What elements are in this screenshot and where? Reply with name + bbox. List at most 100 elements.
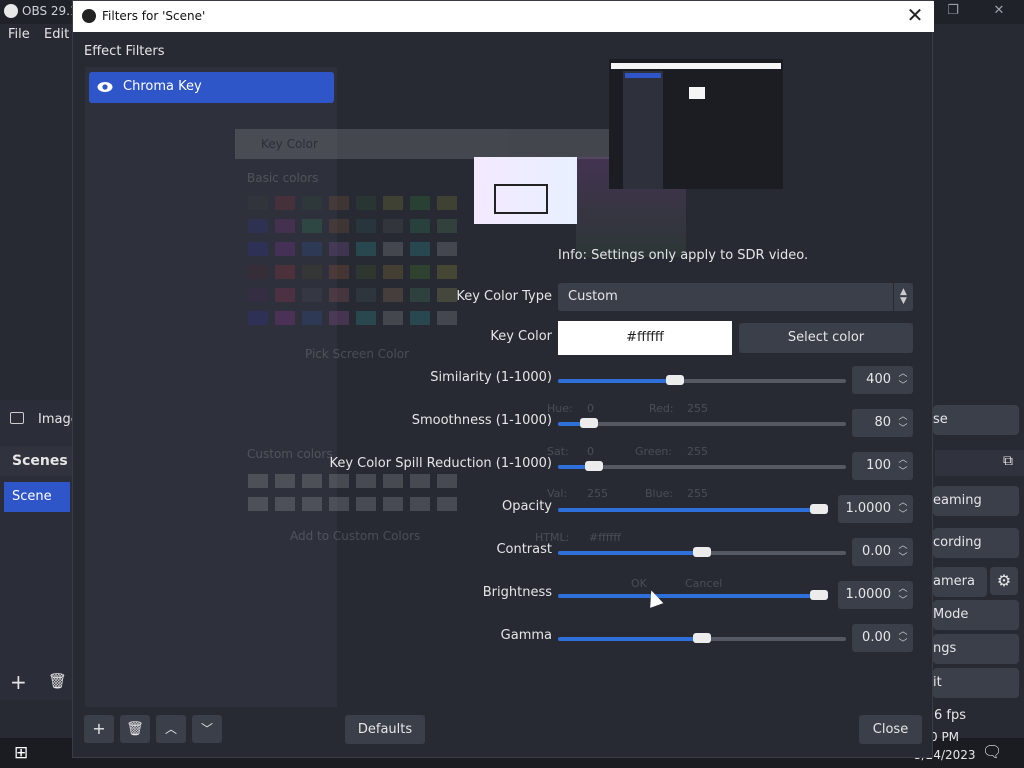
chevron-updown-icon: ▲ ▼ — [893, 283, 913, 311]
obs-logo-icon — [82, 9, 96, 23]
delete-scene-icon[interactable]: 🗑 — [48, 672, 67, 690]
ghost-swatch — [248, 219, 268, 233]
ghost-swatch — [383, 288, 403, 302]
spin-arrows-icon[interactable]: ︿ ﹀ — [895, 366, 911, 394]
studio-mode-button[interactable]: Mode — [933, 600, 1019, 630]
ghost-swatch — [356, 242, 376, 256]
slider-value: 0.00 — [862, 630, 891, 645]
ghost-basic-colors: Basic colors — [247, 171, 319, 185]
image-source-icon — [10, 412, 24, 424]
ghost-swatch — [437, 219, 457, 233]
slider-value: 0.00 — [862, 544, 891, 559]
filter-item-chroma-key[interactable]: Chroma Key — [89, 72, 334, 103]
slider-track[interactable] — [558, 504, 828, 514]
slider-value-spinbox[interactable]: 0.00 ︿ ﹀ — [852, 538, 913, 566]
remove-filter-icon[interactable]: 🗑 — [120, 715, 150, 743]
slider-track[interactable] — [558, 633, 846, 643]
slider-value-spinbox[interactable]: 1.0000 ︿ ﹀ — [838, 581, 913, 609]
slider-label: Opacity — [501, 499, 552, 514]
slider-handle[interactable] — [693, 547, 711, 557]
start-streaming-button[interactable]: eaming — [933, 486, 1019, 516]
key-color-type-dropdown[interactable]: Custom ▲ ▼ — [558, 283, 913, 311]
scene-item[interactable]: Scene — [4, 482, 70, 512]
exit-label: it — [933, 675, 942, 690]
spin-arrows-icon[interactable]: ︿ ﹀ — [895, 538, 911, 566]
slider-value-spinbox[interactable]: 80 ︿ ﹀ — [852, 409, 913, 437]
dialog-close-icon[interactable]: ✕ — [902, 3, 928, 29]
slider-track[interactable] — [558, 461, 846, 471]
slider-value-spinbox[interactable]: 1.0000 ︿ ﹀ — [838, 495, 913, 523]
ghost-swatch — [329, 242, 349, 256]
slider-value-spinbox[interactable]: 0.00 ︿ ﹀ — [852, 624, 913, 652]
preview-titlebar — [611, 63, 781, 69]
gear-icon[interactable]: ⚙ — [990, 567, 1018, 595]
slider-track[interactable] — [558, 547, 846, 557]
exit-button[interactable]: it — [933, 668, 1019, 698]
ghost-custom-swatch — [383, 474, 403, 488]
spin-arrows-icon[interactable]: ︿ ﹀ — [895, 409, 911, 437]
slider-value-spinbox[interactable]: 400 ︿ ﹀ — [852, 366, 913, 394]
slider-track[interactable] — [558, 418, 846, 428]
key-color-swatch: #ffffff — [558, 321, 732, 355]
ghost-pick-screen: Pick Screen Color — [305, 347, 410, 361]
slider-handle[interactable] — [810, 504, 828, 514]
ghost-swatch — [410, 219, 430, 233]
streaming-label: eaming — [933, 493, 982, 508]
slider-value-spinbox[interactable]: 100 ︿ ﹀ — [852, 452, 913, 480]
key-color-label: Key Color — [490, 329, 552, 344]
slider-handle[interactable] — [693, 633, 711, 643]
rbtn-1[interactable]: se — [933, 405, 1019, 435]
filters-dialog: Filters for 'Scene' ✕ Effect Filters Chr… — [72, 0, 934, 758]
ghost-sat-val: 0 — [587, 445, 594, 458]
color-preview-box — [494, 184, 548, 214]
ghost-swatch — [302, 288, 322, 302]
spin-arrows-icon[interactable]: ︿ ﹀ — [895, 452, 911, 480]
windows-start-icon[interactable]: ⊞ — [14, 743, 28, 763]
start-recording-button[interactable]: cording — [933, 528, 1019, 558]
spin-arrows-icon[interactable]: ︿ ﹀ — [895, 495, 911, 523]
preview-left-panel — [623, 71, 663, 189]
settings-button[interactable]: ngs — [933, 634, 1019, 664]
ghost-green: Green: — [635, 445, 673, 458]
ghost-custom-swatch — [329, 474, 349, 488]
spin-arrows-icon[interactable]: ︿ ﹀ — [895, 581, 911, 609]
ghost-swatch — [248, 242, 268, 256]
add-scene-icon[interactable]: + — [10, 670, 27, 694]
ghost-swatch — [248, 288, 268, 302]
select-color-button[interactable]: Select color — [739, 323, 913, 353]
ghost-swatch — [302, 265, 322, 279]
slider-track[interactable] — [558, 375, 846, 385]
ghost-red-val: 255 — [687, 402, 708, 415]
close-button[interactable]: Close — [859, 715, 922, 744]
eye-icon[interactable] — [97, 81, 113, 93]
slider-handle[interactable] — [585, 461, 603, 471]
virtual-camera-button[interactable]: amera — [933, 567, 987, 597]
move-up-icon[interactable]: ︿ — [156, 715, 186, 743]
slider-label: Key Color Spill Reduction (1-1000) — [329, 456, 552, 471]
slider-fill — [558, 551, 702, 555]
menu-edit[interactable]: Edit — [44, 27, 69, 42]
restore-icon[interactable]: ❐ — [930, 0, 976, 24]
move-down-icon[interactable]: ﹀ — [192, 715, 222, 743]
ghost-custom-swatch — [410, 474, 430, 488]
close-icon[interactable]: ✕ — [976, 0, 1022, 24]
slider-handle[interactable] — [666, 375, 684, 385]
scenes-dock-header: Scenes — [0, 446, 72, 476]
slider-label: Brightness — [482, 585, 552, 600]
ghost-swatch — [437, 242, 457, 256]
notification-icon[interactable]: 🗨 — [982, 742, 1002, 761]
menu-file[interactable]: File — [8, 27, 30, 42]
spin-arrows-icon[interactable]: ︿ ﹀ — [895, 624, 911, 652]
ghost-html-val: #ffffff — [589, 531, 621, 544]
slider-handle[interactable] — [810, 590, 828, 600]
ghost-cancel: Cancel — [685, 577, 723, 590]
ghost-ok: OK — [631, 577, 647, 590]
slider-handle[interactable] — [579, 418, 598, 428]
ghost-swatch — [275, 242, 295, 256]
dock-float-icon[interactable]: ⧉ — [1003, 453, 1013, 469]
slider-track[interactable] — [558, 590, 828, 600]
defaults-button[interactable]: Defaults — [345, 715, 425, 744]
rbtn-1-label: se — [933, 412, 948, 427]
filter-item-label: Chroma Key — [123, 79, 202, 94]
add-filter-icon[interactable]: + — [84, 715, 114, 743]
